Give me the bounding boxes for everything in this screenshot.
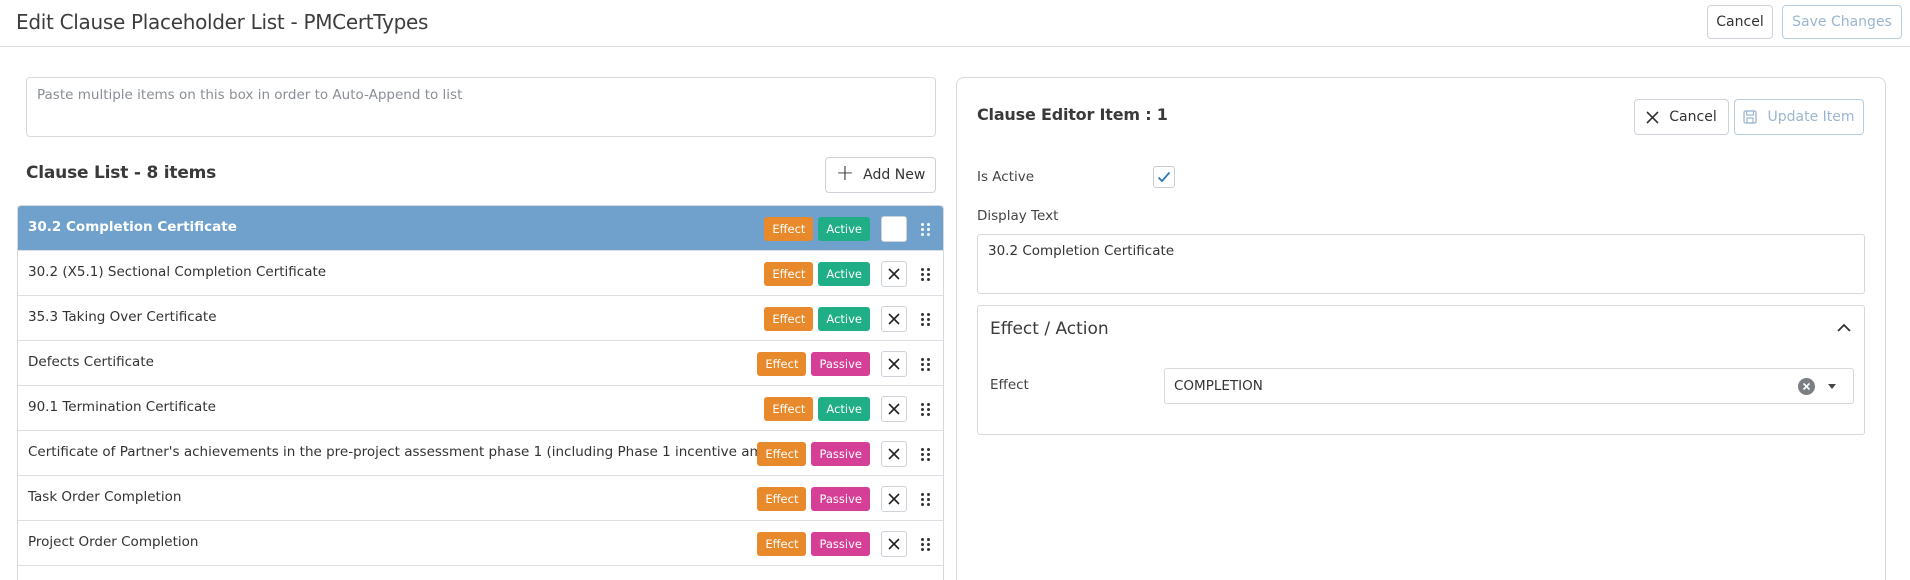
update-item-button[interactable]: Update Item — [1734, 99, 1864, 135]
list-item-text: 90.1 Termination Certificate — [28, 399, 216, 415]
display-text-label: Display Text — [977, 208, 1059, 224]
effect-select-value: COMPLETION — [1174, 378, 1263, 394]
check-icon — [1157, 171, 1171, 183]
effect-badge: Effect — [757, 352, 807, 376]
editor-cancel-label: Cancel — [1669, 109, 1717, 125]
drag-handle-icon[interactable] — [916, 396, 934, 422]
drag-handle-icon[interactable] — [916, 351, 934, 377]
list-item[interactable]: Certificate of Partner's achievements in… — [18, 431, 943, 476]
paste-items-textarea[interactable]: Paste multiple items on this box in orde… — [26, 77, 936, 137]
list-item-text: 35.3 Taking Over Certificate — [28, 309, 217, 325]
is-active-checkbox[interactable] — [1153, 166, 1175, 188]
list-item-text: Project Order Completion — [28, 534, 199, 550]
close-icon — [888, 493, 900, 505]
close-icon — [888, 313, 900, 325]
drag-handle-icon[interactable] — [916, 486, 934, 512]
drag-handle-icon[interactable] — [916, 261, 934, 287]
effect-select[interactable]: COMPLETION — [1164, 368, 1854, 404]
close-icon — [888, 358, 900, 370]
effect-badge: Effect — [757, 442, 807, 466]
delete-item-button[interactable] — [881, 486, 907, 512]
add-new-button[interactable]: + Add New — [825, 157, 936, 193]
status-badge: Passive — [811, 352, 870, 376]
add-new-label: Add New — [863, 167, 926, 183]
clause-list-title: Clause List - 8 items — [26, 163, 217, 183]
list-item-badges: Effect Active — [764, 396, 934, 422]
save-icon — [1743, 110, 1758, 124]
list-item[interactable]: 30.2 (X5.1) Sectional Completion Certifi… — [18, 251, 943, 296]
effect-badge: Effect — [764, 397, 814, 421]
effect-badge: Effect — [764, 307, 814, 331]
delete-item-button[interactable] — [881, 306, 907, 332]
drag-handle-icon[interactable] — [916, 306, 934, 332]
list-item-badges: Effect Passive — [757, 351, 934, 377]
update-item-label: Update Item — [1767, 109, 1855, 125]
list-item-badges: Effect Passive — [757, 531, 934, 557]
list-item-text: Certificate of Partner's achievements in… — [28, 444, 799, 460]
list-item-badges: Effect Active — [764, 306, 934, 332]
list-item-text: 30.2 (X5.1) Sectional Completion Certifi… — [28, 264, 327, 280]
clear-circle-icon[interactable] — [1798, 378, 1815, 395]
status-badge: Passive — [811, 487, 870, 511]
list-item-badges: Effect Active — [764, 261, 934, 287]
is-active-label: Is Active — [977, 169, 1035, 185]
drag-handle-icon[interactable] — [916, 441, 934, 467]
delete-item-button[interactable] — [881, 351, 907, 377]
header-cancel-button[interactable]: Cancel — [1707, 5, 1773, 39]
list-item-badges: Effect Passive — [757, 441, 934, 467]
effect-badge: Effect — [757, 487, 807, 511]
status-badge: Passive — [811, 442, 870, 466]
list-item-text: Task Order Completion — [28, 489, 182, 505]
list-item[interactable]: Project Order Completion Effect Passive — [18, 521, 943, 566]
page-title: Edit Clause Placeholder List - PMCertTyp… — [16, 10, 429, 34]
list-item-text: Defects Certificate — [28, 354, 154, 370]
list-item[interactable]: 90.1 Termination Certificate Effect Active — [18, 386, 943, 431]
effect-badge: Effect — [757, 532, 807, 556]
list-item[interactable]: 30.2 Completion Certificate Effect Active — [18, 206, 943, 251]
effect-label: Effect — [990, 377, 1029, 393]
list-item-badges: Effect Passive — [757, 486, 934, 512]
effect-action-section: Effect / Action Effect COMPLETION — [977, 305, 1865, 435]
effect-badge: Effect — [764, 262, 814, 286]
status-badge: Active — [818, 217, 870, 241]
display-text-input[interactable]: 30.2 Completion Certificate — [977, 234, 1865, 294]
editor-title: Clause Editor Item : 1 — [977, 105, 1168, 124]
delete-item-button[interactable] — [881, 441, 907, 467]
status-badge: Active — [818, 397, 870, 421]
delete-item-button[interactable] — [881, 261, 907, 287]
list-item[interactable]: Task Order Completion Effect Passive — [18, 476, 943, 521]
drag-handle-icon[interactable] — [916, 531, 934, 557]
drag-handle-icon[interactable] — [916, 216, 934, 242]
chevron-up-icon[interactable] — [1836, 320, 1852, 336]
top-bar: Edit Clause Placeholder List - PMCertTyp… — [0, 0, 1910, 47]
status-badge: Passive — [811, 532, 870, 556]
save-changes-button[interactable]: Save Changes — [1782, 5, 1902, 39]
delete-item-button[interactable] — [881, 396, 907, 422]
list-item[interactable]: 35.3 Taking Over Certificate Effect Active — [18, 296, 943, 341]
effect-badge: Effect — [764, 217, 814, 241]
clause-editor-panel: Clause Editor Item : 1 Cancel Update Ite… — [956, 77, 1886, 580]
status-badge: Active — [818, 307, 870, 331]
delete-item-button[interactable] — [881, 531, 907, 557]
editor-cancel-button[interactable]: Cancel — [1634, 99, 1729, 135]
section-title: Effect / Action — [990, 319, 1109, 339]
plus-icon: + — [835, 161, 855, 186]
close-icon — [888, 403, 900, 415]
clause-list: 30.2 Completion Certificate Effect Active 3… — [17, 205, 944, 580]
list-item-badges: Effect Active — [764, 216, 934, 242]
list-item-text: 30.2 Completion Certificate — [28, 219, 237, 235]
caret-down-icon[interactable] — [1828, 384, 1836, 389]
delete-item-button[interactable] — [881, 216, 907, 242]
list-item[interactable]: Defects Certificate Effect Passive — [18, 341, 943, 386]
close-icon — [888, 268, 900, 280]
close-icon — [1646, 110, 1659, 124]
status-badge: Active — [818, 262, 870, 286]
close-icon — [888, 538, 900, 550]
close-icon — [888, 448, 900, 460]
